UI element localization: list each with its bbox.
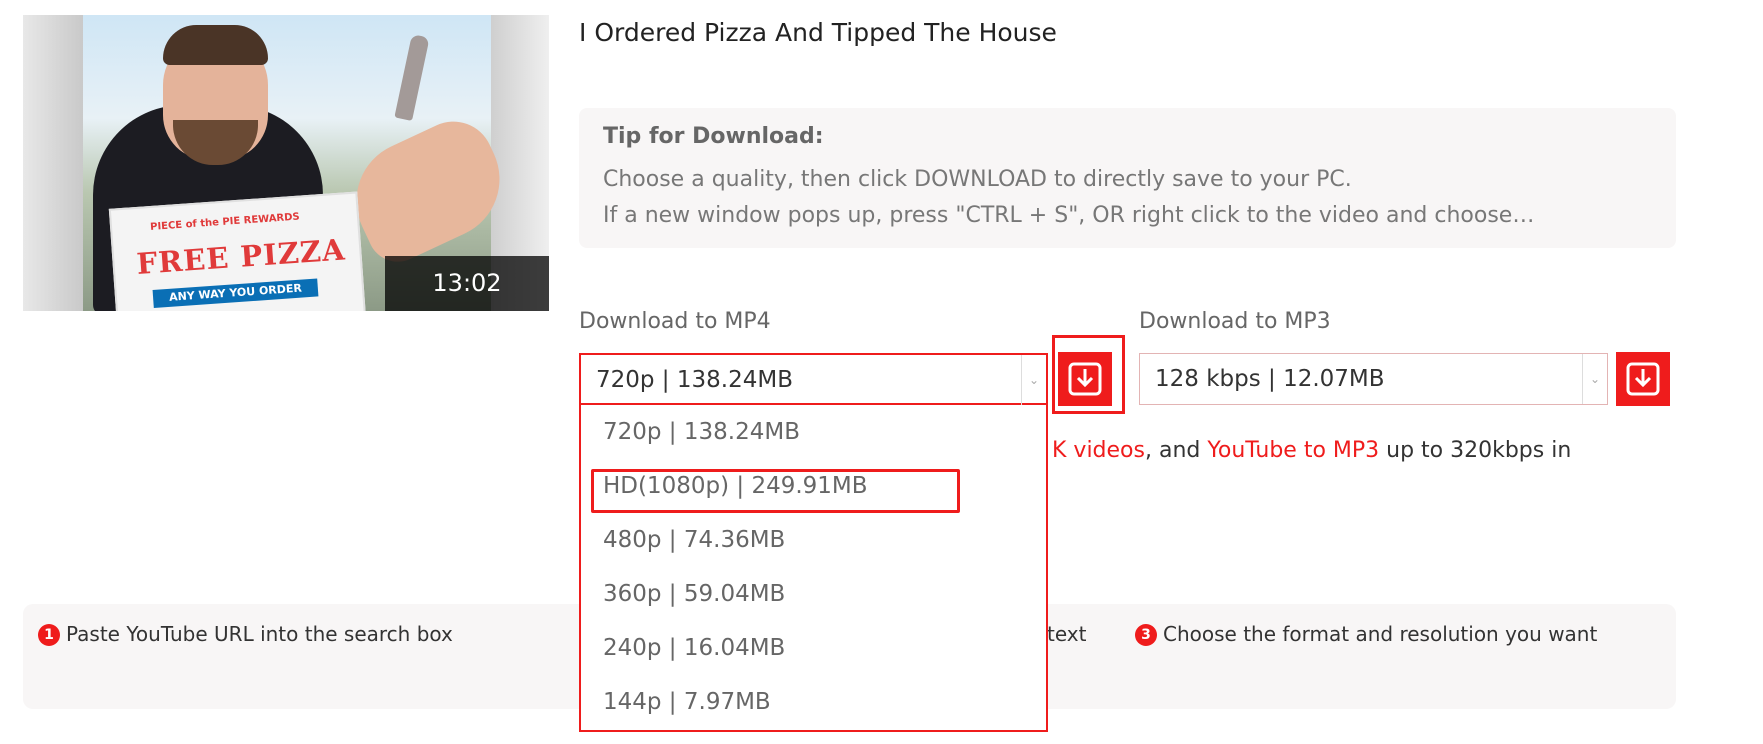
step-3-text: Choose the format and resolution you wan… (1163, 622, 1598, 646)
mp3-quality-select[interactable]: 128 kbps | 12.07MB ⌄ (1139, 353, 1608, 405)
mp3-download-button[interactable] (1616, 352, 1670, 406)
step-number-badge: 3 (1135, 624, 1157, 646)
step-2-partial: text (1047, 622, 1086, 646)
thumbnail-door-left (23, 15, 83, 311)
tip-heading: Tip for Download: (603, 124, 824, 149)
mp4-quality-select[interactable]: 720p | 138.24MB ⌄ (579, 353, 1048, 405)
dropdown-option[interactable]: 144p | 7.97MB (603, 689, 771, 715)
step-number-badge: 1 (38, 624, 60, 646)
mp3-selected-value: 128 kbps | 12.07MB (1155, 366, 1385, 392)
video-thumbnail[interactable]: PIECE of the PIE REWARDS FREE PIZZA ANY … (23, 15, 549, 311)
step-2-text: text (1047, 622, 1087, 646)
promo-link-youtube-mp3[interactable]: YouTube to MP3 (1207, 438, 1379, 463)
thumbnail-key (394, 34, 430, 121)
hd-option-highlight (591, 469, 960, 513)
promo-link-4k[interactable]: K videos (1052, 438, 1145, 463)
promo-text-and: , and (1144, 438, 1208, 463)
mp4-quality-dropdown: 720p | 138.24MB HD(1080p) | 249.91MB 480… (579, 405, 1048, 732)
chevron-down-icon[interactable]: ⌄ (1021, 355, 1046, 405)
chevron-down-icon[interactable]: ⌄ (1582, 354, 1607, 404)
pizza-box-free-pizza-text: FREE PIZZA (135, 232, 347, 281)
thumbnail-pizza-box: PIECE of the PIE REWARDS FREE PIZZA ANY … (108, 191, 367, 311)
tip-line-1: Choose a quality, then click DOWNLOAD to… (603, 167, 1352, 192)
mp4-download-button[interactable] (1058, 352, 1112, 406)
mp4-label: Download to MP4 (579, 309, 771, 334)
mp3-label: Download to MP3 (1139, 309, 1331, 334)
step-3: 3 Choose the format and resolution you wa… (1135, 622, 1597, 646)
pizza-box-rewards-text: PIECE of the PIE REWARDS (149, 211, 301, 233)
video-duration: 13:02 (385, 256, 549, 311)
mp4-selected-value: 720p | 138.24MB (596, 367, 793, 393)
thumbnail-hair (163, 25, 268, 65)
dropdown-option[interactable]: 240p | 16.04MB (603, 635, 785, 661)
pizza-box-order-text: ANY WAY YOU ORDER (152, 278, 319, 308)
tip-line-2: If a new window pops up, press "CTRL + S… (603, 203, 1535, 228)
download-icon (1068, 362, 1102, 396)
step-1: 1 Paste YouTube URL into the search box (38, 622, 453, 646)
download-icon (1626, 362, 1660, 396)
promo-text-tail: up to 320kbps in (1379, 438, 1572, 463)
dropdown-option[interactable]: 480p | 74.36MB (603, 527, 785, 553)
video-title: I Ordered Pizza And Tipped The House (579, 18, 1057, 47)
step-1-text: Paste YouTube URL into the search box (66, 622, 453, 646)
dropdown-option[interactable]: 720p | 138.24MB (603, 419, 800, 445)
promo-text: K videos, and YouTube to MP3 up to 320kb… (1052, 438, 1571, 463)
dropdown-option[interactable]: 360p | 59.04MB (603, 581, 785, 607)
